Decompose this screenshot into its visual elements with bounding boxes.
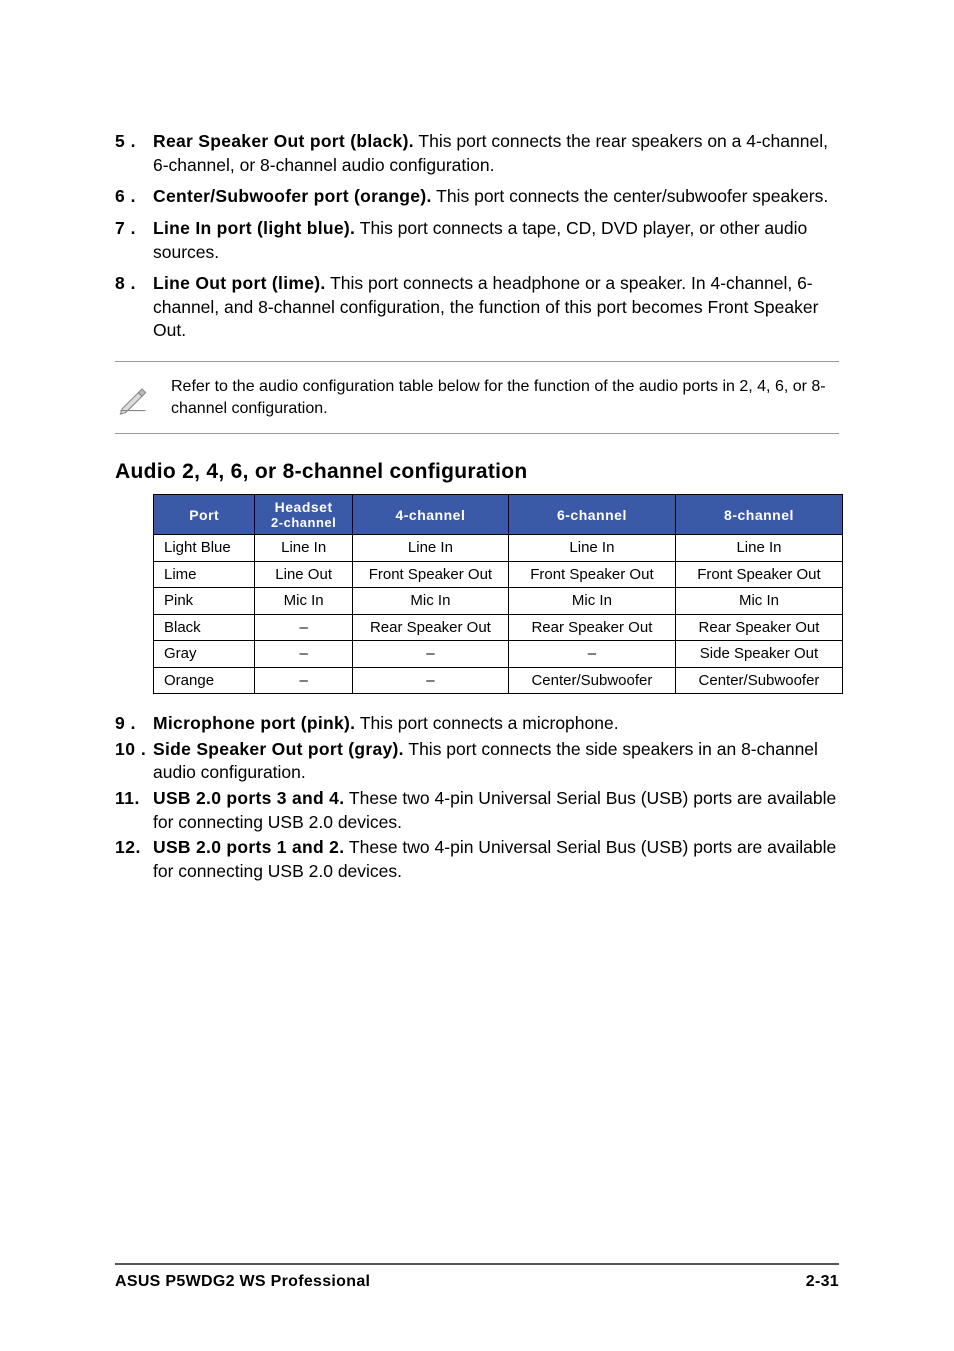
table-row: Pink Mic In Mic In Mic In Mic In — [154, 588, 843, 615]
item-6: 6 . Center/Subwoofer port (orange). This… — [115, 185, 839, 209]
port-list-bottom: 9 . Microphone port (pink). This port co… — [115, 712, 839, 883]
cell-hs: – — [255, 614, 353, 641]
note-box: Refer to the audio configuration table b… — [115, 361, 839, 434]
header-port: Port — [154, 495, 255, 535]
item-title: Rear Speaker Out port (black). — [153, 131, 414, 151]
section-title: Audio 2, 4, 6, or 8-channel configuratio… — [115, 460, 839, 484]
item-title: Side Speaker Out port (gray). — [153, 739, 404, 759]
cell-6ch: Center/Subwoofer — [508, 667, 675, 694]
table-header-row: Port Headset2-channel 4-channel 6-channe… — [154, 495, 843, 535]
item-number: 10 . — [115, 738, 153, 785]
item-title: USB 2.0 ports 3 and 4. — [153, 788, 344, 808]
table-row: Lime Line Out Front Speaker Out Front Sp… — [154, 561, 843, 588]
header-headset: Headset2-channel — [255, 495, 353, 535]
cell-port: Light Blue — [154, 535, 255, 562]
cell-port: Orange — [154, 667, 255, 694]
item-11: 11. USB 2.0 ports 3 and 4. These two 4-p… — [115, 787, 839, 834]
item-12: 12. USB 2.0 ports 1 and 2. These two 4-p… — [115, 836, 839, 883]
header-headset-l1: Headset — [275, 499, 333, 515]
cell-4ch: Front Speaker Out — [352, 561, 508, 588]
cell-4ch: – — [352, 667, 508, 694]
cell-port: Gray — [154, 641, 255, 668]
header-4ch: 4-channel — [352, 495, 508, 535]
audio-config-table: Port Headset2-channel 4-channel 6-channe… — [153, 494, 843, 694]
cell-port: Pink — [154, 588, 255, 615]
item-number: 6 . — [115, 185, 153, 209]
item-body: Line Out port (lime). This port connects… — [153, 272, 839, 343]
footer-right: 2-31 — [806, 1273, 839, 1291]
cell-8ch: Line In — [675, 535, 842, 562]
item-number: 7 . — [115, 217, 153, 264]
item-body: USB 2.0 ports 1 and 2. These two 4-pin U… — [153, 836, 839, 883]
table-row: Light Blue Line In Line In Line In Line … — [154, 535, 843, 562]
cell-4ch: Line In — [352, 535, 508, 562]
item-title: Line Out port (lime). — [153, 273, 326, 293]
cell-port: Lime — [154, 561, 255, 588]
cell-6ch: Mic In — [508, 588, 675, 615]
cell-4ch: Rear Speaker Out — [352, 614, 508, 641]
note-text: Refer to the audio configuration table b… — [171, 376, 839, 419]
cell-port: Black — [154, 614, 255, 641]
item-title: Line In port (light blue). — [153, 218, 355, 238]
cell-8ch: Side Speaker Out — [675, 641, 842, 668]
cell-8ch: Center/Subwoofer — [675, 667, 842, 694]
cell-6ch: – — [508, 641, 675, 668]
item-number: 11. — [115, 787, 153, 834]
cell-hs: – — [255, 667, 353, 694]
item-body: Center/Subwoofer port (orange). This por… — [153, 185, 839, 209]
item-8: 8 . Line Out port (lime). This port conn… — [115, 272, 839, 343]
item-body: USB 2.0 ports 3 and 4. These two 4-pin U… — [153, 787, 839, 834]
item-number: 8 . — [115, 272, 153, 343]
item-number: 12. — [115, 836, 153, 883]
item-9: 9 . Microphone port (pink). This port co… — [115, 712, 839, 736]
table-row: Orange – – Center/Subwoofer Center/Subwo… — [154, 667, 843, 694]
item-title: Microphone port (pink). — [153, 713, 355, 733]
cell-hs: Mic In — [255, 588, 353, 615]
cell-4ch: – — [352, 641, 508, 668]
pencil-note-icon — [115, 380, 171, 416]
cell-4ch: Mic In — [352, 588, 508, 615]
cell-8ch: Rear Speaker Out — [675, 614, 842, 641]
cell-hs: – — [255, 641, 353, 668]
item-body: Side Speaker Out port (gray). This port … — [153, 738, 839, 785]
cell-8ch: Front Speaker Out — [675, 561, 842, 588]
port-list-top: 5 . Rear Speaker Out port (black). This … — [115, 130, 839, 343]
item-title: USB 2.0 ports 1 and 2. — [153, 837, 344, 857]
cell-6ch: Front Speaker Out — [508, 561, 675, 588]
page: 5 . Rear Speaker Out port (black). This … — [0, 0, 954, 1351]
header-8ch: 8-channel — [675, 495, 842, 535]
item-number: 5 . — [115, 130, 153, 177]
item-number: 9 . — [115, 712, 153, 736]
spacer — [115, 694, 839, 712]
table-row: Black – Rear Speaker Out Rear Speaker Ou… — [154, 614, 843, 641]
content: 5 . Rear Speaker Out port (black). This … — [115, 130, 839, 1263]
item-title: Center/Subwoofer port (orange). — [153, 186, 432, 206]
cell-6ch: Rear Speaker Out — [508, 614, 675, 641]
cell-8ch: Mic In — [675, 588, 842, 615]
cell-6ch: Line In — [508, 535, 675, 562]
item-body: Microphone port (pink). This port connec… — [153, 712, 839, 736]
table-row: Gray – – – Side Speaker Out — [154, 641, 843, 668]
item-7: 7 . Line In port (light blue). This port… — [115, 217, 839, 264]
cell-hs: Line Out — [255, 561, 353, 588]
item-text: This port connects the center/subwoofer … — [432, 186, 829, 206]
cell-hs: Line In — [255, 535, 353, 562]
item-body: Rear Speaker Out port (black). This port… — [153, 130, 839, 177]
item-text: This port connects a microphone. — [355, 713, 618, 733]
footer: ASUS P5WDG2 WS Professional 2-31 — [115, 1263, 839, 1291]
item-5: 5 . Rear Speaker Out port (black). This … — [115, 130, 839, 177]
item-body: Line In port (light blue). This port con… — [153, 217, 839, 264]
item-10: 10 . Side Speaker Out port (gray). This … — [115, 738, 839, 785]
footer-left: ASUS P5WDG2 WS Professional — [115, 1273, 370, 1291]
header-headset-l2: 2-channel — [261, 515, 346, 530]
header-6ch: 6-channel — [508, 495, 675, 535]
